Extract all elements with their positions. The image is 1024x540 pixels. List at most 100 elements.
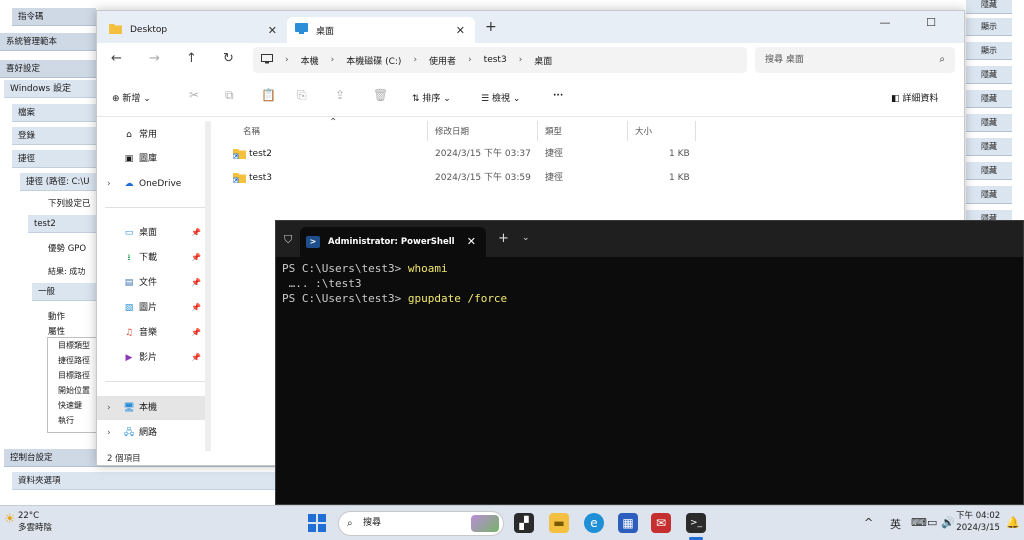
powershell-window[interactable]: ⛉ > Administrator: PowerShell ✕ + ⌄ PS C… (275, 220, 1024, 505)
start-button[interactable] (308, 514, 326, 532)
system-clock[interactable]: 下午 04:02 2024/3/15 (956, 510, 1000, 534)
column-separator[interactable] (537, 121, 538, 141)
report-row[interactable]: 系統管理範本 (0, 33, 96, 51)
breadcrumb-item[interactable]: 使用者 (429, 54, 456, 67)
view-button[interactable]: ☰ 檢視 ⌄ (481, 91, 520, 104)
report-row[interactable]: 指令碼 (12, 8, 96, 26)
column-header-size[interactable]: 大小 (635, 125, 652, 137)
new-terminal-tab-button[interactable]: + (498, 231, 509, 246)
sidebar-item-videos[interactable]: ▶ 影片 📌 (97, 346, 205, 370)
column-header-name[interactable]: 名稱 (243, 125, 260, 137)
minimize-button[interactable]: — (862, 13, 908, 33)
chevron-right-icon[interactable]: › (107, 421, 111, 445)
sidebar-item-documents[interactable]: ▤ 文件 📌 (97, 271, 205, 295)
paste-icon[interactable]: 📋 (261, 88, 276, 102)
details-button[interactable]: ◧ 詳細資料 (891, 91, 938, 104)
new-button[interactable]: ⊕ 新增 ⌄ (112, 91, 151, 104)
report-row[interactable]: 登錄 (12, 127, 96, 145)
close-icon[interactable]: ✕ (456, 24, 465, 37)
ime-indicator[interactable]: 英 (890, 516, 901, 532)
network-icon[interactable]: ▭ (927, 516, 937, 529)
toggle-link[interactable]: 隱藏 (966, 90, 1012, 108)
toggle-link[interactable]: 隱藏 (966, 66, 1012, 84)
sort-button[interactable]: ⇅ 排序 ⌄ (412, 91, 451, 104)
tab-desktop-zh[interactable]: 桌面 ✕ (287, 17, 475, 43)
up-button[interactable]: ↑ (186, 51, 197, 66)
copy-icon[interactable]: ⧉ (225, 88, 234, 103)
column-header-modified[interactable]: 修改日期 (435, 125, 469, 137)
sidebar-scrollbar[interactable] (205, 121, 211, 451)
rename-icon[interactable]: ⎘ (297, 88, 307, 103)
cut-icon[interactable]: ✂ (189, 88, 199, 102)
task-view-icon[interactable]: ▞ (514, 513, 534, 533)
column-header-type[interactable]: 類型 (545, 125, 562, 137)
report-row[interactable]: 捷徑 (12, 150, 96, 168)
toggle-link[interactable]: 顯示 (966, 42, 1012, 60)
file-explorer-icon[interactable]: ▬ (549, 513, 569, 533)
chevron-down-icon[interactable]: ⌄ (522, 233, 530, 243)
volume-icon[interactable]: 🔊 (941, 516, 955, 529)
terminal-tab-title: Administrator: PowerShell (328, 237, 455, 247)
breadcrumb-item[interactable]: test3 (484, 55, 507, 65)
address-bar[interactable]: › 本機 › 本機磁碟 (C:) › 使用者 › test3 › 桌面 (253, 47, 747, 73)
sidebar-item-this-pc[interactable]: › 🖥 本機 (97, 396, 205, 420)
sidebar-item-pictures[interactable]: ▧ 圖片 📌 (97, 296, 205, 320)
report-row[interactable]: 資料夾選項 (12, 472, 275, 490)
toggle-link[interactable]: 隱藏 (966, 162, 1012, 180)
sidebar-item-home[interactable]: ⌂ 常用 (97, 123, 205, 147)
edge-icon[interactable]: e (584, 513, 604, 533)
report-row[interactable]: 喜好設定 (0, 60, 96, 78)
keyboard-icon[interactable]: ⌨ (911, 516, 927, 529)
breadcrumb-item[interactable]: 本機磁碟 (C:) (346, 54, 401, 67)
store-icon[interactable]: ▦ (618, 513, 638, 533)
toggle-link[interactable]: 隱藏 (966, 138, 1012, 156)
taskbar-search[interactable]: ⌕ 搜尋 (338, 511, 504, 536)
close-icon[interactable]: ✕ (467, 227, 476, 257)
new-tab-button[interactable]: + (485, 19, 497, 35)
weather-widget[interactable]: ☀ 22°C 多雲時陰 (4, 510, 52, 534)
more-button[interactable]: ··· (553, 91, 563, 101)
report-row[interactable]: Windows 設定 (4, 80, 96, 98)
report-row[interactable]: 檔案 (12, 104, 96, 122)
terminal-output[interactable]: PS C:\Users\test3> whoami ….. :\test3 PS … (282, 261, 507, 306)
delete-icon[interactable]: 🗑 (373, 88, 388, 102)
maximize-button[interactable]: ☐ (908, 13, 954, 33)
file-row[interactable]: test2 2024/3/15 下午 03:37 捷徑 1 KB (232, 143, 693, 165)
share-icon[interactable]: ⇪ (335, 88, 345, 102)
notification-bell-icon[interactable]: 🔔 (1006, 516, 1020, 529)
terminal-tab[interactable]: > Administrator: PowerShell ✕ (300, 227, 486, 257)
refresh-button[interactable]: ↻ (223, 51, 234, 66)
toggle-link[interactable]: 顯示 (966, 18, 1012, 36)
column-separator[interactable] (627, 121, 628, 141)
column-separator[interactable] (695, 121, 696, 141)
breadcrumb-item[interactable]: 本機 (301, 54, 319, 67)
breadcrumb-item[interactable]: 桌面 (534, 54, 552, 67)
sidebar-item-downloads[interactable]: ⭳ 下載 📌 (97, 246, 205, 270)
toggle-link[interactable]: 隱藏 (966, 0, 1012, 14)
report-row[interactable]: 一般 (32, 283, 96, 301)
search-box[interactable]: 搜尋 桌面 ⌕ (755, 47, 955, 73)
tray-overflow-icon[interactable]: ^ (864, 516, 873, 529)
chevron-right-icon[interactable]: › (107, 396, 111, 420)
forward-button[interactable]: → (149, 51, 160, 66)
report-row[interactable]: 捷徑 (路徑: C:\U (20, 173, 96, 191)
sidebar-item-gallery[interactable]: ▣ 圖庫 (97, 147, 205, 171)
tab-desktop[interactable]: Desktop ✕ (101, 17, 287, 43)
toggle-link[interactable]: 隱藏 (966, 186, 1012, 204)
view-label: 檢視 (491, 94, 510, 104)
close-icon[interactable]: ✕ (268, 24, 277, 37)
sidebar-item-desktop[interactable]: ▭ 桌面 📌 (97, 221, 205, 245)
back-button[interactable]: ← (111, 51, 122, 66)
sidebar-item-music[interactable]: ♫ 音樂 📌 (97, 321, 205, 345)
toggle-link[interactable]: 隱藏 (966, 114, 1012, 132)
pin-icon: 📌 (191, 303, 201, 312)
report-row[interactable]: test2 (28, 215, 96, 233)
file-row[interactable]: test3 2024/3/15 下午 03:59 捷徑 1 KB (232, 167, 693, 189)
terminal-icon[interactable]: >_ (686, 513, 706, 533)
chevron-right-icon[interactable]: › (107, 172, 111, 196)
column-separator[interactable] (427, 121, 428, 141)
app-icon[interactable]: ✉ (651, 513, 671, 533)
sidebar-item-network[interactable]: › 🖧 網路 (97, 421, 205, 445)
sidebar-item-onedrive[interactable]: › ☁ OneDrive (97, 172, 205, 196)
pictures-icon: ▧ (124, 303, 134, 313)
